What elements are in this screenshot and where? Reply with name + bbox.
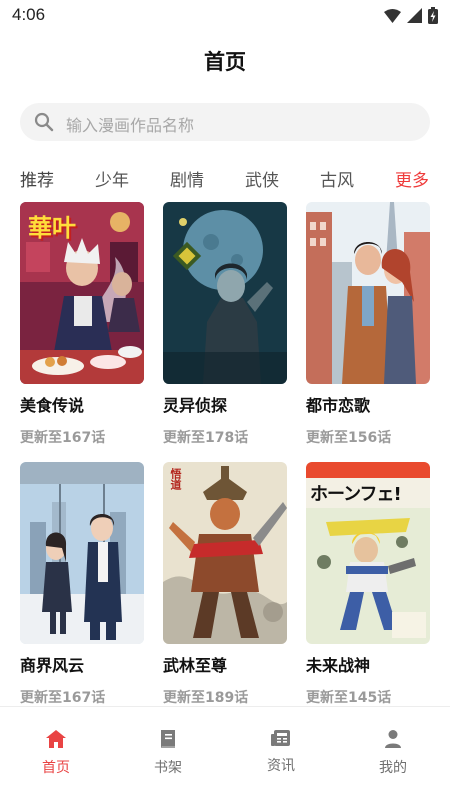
comic-title[interactable]: 灵异侦探 bbox=[163, 392, 287, 416]
book-icon bbox=[161, 730, 175, 748]
wifi-icon bbox=[384, 8, 401, 23]
tab-shaonian[interactable]: 少年 bbox=[95, 166, 129, 191]
tab-more[interactable]: 更多 bbox=[395, 166, 429, 191]
comic-update: 更新至189话 bbox=[163, 690, 249, 706]
search-placeholder: 输入漫画作品名称 bbox=[66, 116, 195, 135]
comic-card[interactable]: 灵异侦探 更新至178话 bbox=[163, 202, 287, 447]
comic-title[interactable]: 武林至尊 bbox=[163, 652, 287, 676]
comic-update: 更新至145话 bbox=[306, 690, 392, 706]
battery-icon bbox=[428, 7, 438, 24]
comic-title[interactable]: 都市恋歌 bbox=[306, 392, 430, 416]
comic-title[interactable]: 商界风云 bbox=[20, 652, 144, 676]
cover-title-text: ホーンフェ! bbox=[310, 484, 402, 505]
signal-icon bbox=[407, 8, 422, 23]
home-icon bbox=[46, 730, 66, 748]
comic-cover[interactable]: 悟道 bbox=[163, 462, 287, 644]
status-bar: 4:06 bbox=[0, 0, 450, 32]
nav-bookshelf-label: 书架 bbox=[154, 760, 182, 776]
cover-title-text: 悟道 bbox=[169, 468, 182, 490]
comic-card[interactable]: 華叶 美食传说 更新至167话 bbox=[20, 202, 144, 447]
comic-cover[interactable] bbox=[20, 462, 144, 644]
nav-news-label: 资讯 bbox=[267, 758, 295, 774]
status-time: 4:06 bbox=[12, 5, 46, 24]
search-input[interactable]: 输入漫画作品名称 bbox=[20, 103, 430, 141]
tab-recommend[interactable]: 推荐 bbox=[20, 166, 54, 191]
category-tabs: 推荐 少年 剧情 武侠 古风 更多 bbox=[0, 166, 450, 194]
comic-cover[interactable] bbox=[306, 202, 430, 384]
comic-title[interactable]: 美食传说 bbox=[20, 392, 144, 416]
comic-card[interactable]: ホーンフェ! 未来战神 更新至145话 bbox=[306, 462, 430, 707]
cover-title-text: 華叶 bbox=[28, 213, 76, 242]
status-icons bbox=[384, 7, 438, 24]
comic-cover[interactable] bbox=[163, 202, 287, 384]
comic-card[interactable]: 都市恋歌 更新至156话 bbox=[306, 202, 430, 447]
comic-update: 更新至178话 bbox=[163, 430, 249, 446]
tab-gufeng[interactable]: 古风 bbox=[320, 166, 354, 191]
comic-cover[interactable]: ホーンフェ! bbox=[306, 462, 430, 644]
comic-title[interactable]: 未来战神 bbox=[306, 652, 430, 676]
nav-home[interactable]: 首页 bbox=[21, 729, 91, 777]
bottom-nav: 首页 书架 资讯 我的 bbox=[0, 706, 450, 801]
comic-update: 更新至167话 bbox=[20, 430, 106, 446]
nav-home-label: 首页 bbox=[42, 760, 70, 776]
comic-update: 更新至167话 bbox=[20, 690, 106, 706]
page-title: 首页 bbox=[204, 50, 246, 74]
user-icon bbox=[385, 730, 401, 748]
search-icon bbox=[34, 112, 54, 132]
nav-news[interactable]: 资讯 bbox=[246, 729, 316, 775]
comic-card[interactable]: 商界风云 更新至167话 bbox=[20, 462, 144, 707]
nav-profile-label: 我的 bbox=[379, 760, 407, 776]
comic-cover[interactable]: 華叶 bbox=[20, 202, 144, 384]
nav-profile[interactable]: 我的 bbox=[358, 729, 428, 777]
nav-bookshelf[interactable]: 书架 bbox=[133, 729, 203, 777]
news-icon bbox=[271, 730, 290, 746]
comic-card[interactable]: 悟道 武林至尊 更新至189话 bbox=[163, 462, 287, 707]
comic-update: 更新至156话 bbox=[306, 430, 392, 446]
tab-wuxia[interactable]: 武侠 bbox=[245, 166, 279, 191]
tab-drama[interactable]: 剧情 bbox=[170, 166, 204, 191]
